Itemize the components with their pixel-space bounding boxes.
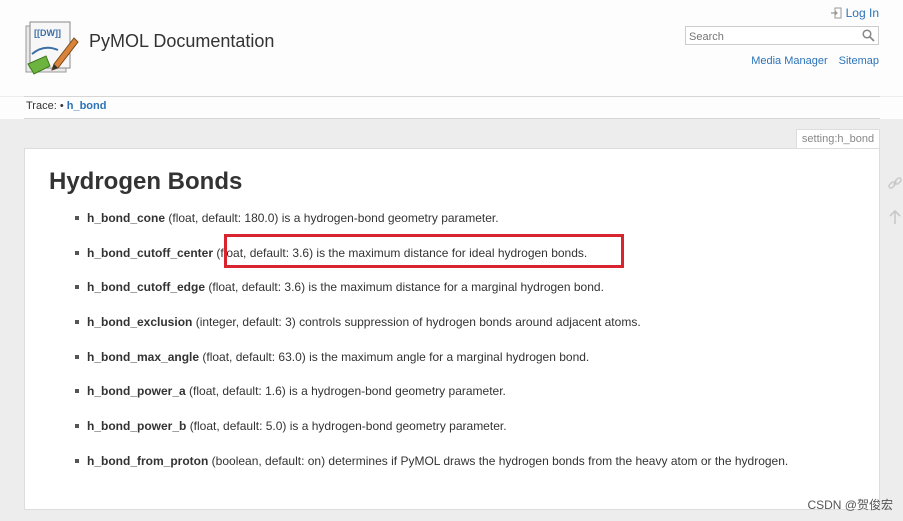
setting-description: (boolean, default: on) determines if PyM… bbox=[211, 453, 789, 468]
setting-name: h_bond_from_proton bbox=[87, 453, 209, 468]
setting-name: h_bond_max_angle bbox=[87, 349, 200, 364]
search-input[interactable] bbox=[686, 28, 854, 46]
site-title[interactable]: PyMOL Documentation bbox=[89, 31, 274, 52]
dokuwiki-logo[interactable]: [[DW]] bbox=[22, 20, 80, 78]
setting-name: h_bond_cutoff_edge bbox=[87, 280, 206, 295]
top-links: Media Manager Sitemap bbox=[751, 55, 879, 67]
trace-bar bbox=[0, 97, 903, 119]
list-item: h_bond_exclusion (integer, default: 3) c… bbox=[73, 315, 863, 350]
list-item: h_bond_power_b (float, default: 5.0) is … bbox=[73, 419, 863, 454]
search-icon[interactable] bbox=[862, 29, 875, 42]
page-id-tag: setting:h_bond bbox=[796, 129, 880, 149]
list-item: h_bond_cutoff_center (float, default: 3.… bbox=[73, 246, 863, 281]
bullet-icon bbox=[75, 389, 79, 394]
page-title: Hydrogen Bonds bbox=[49, 168, 243, 195]
bullet-icon bbox=[75, 320, 79, 325]
bullet-icon bbox=[75, 424, 79, 429]
sitemap-link[interactable]: Sitemap bbox=[839, 55, 879, 67]
bullet-icon bbox=[75, 285, 79, 290]
search-box bbox=[685, 26, 879, 46]
list-item: h_bond_max_angle (float, default: 63.0) … bbox=[73, 350, 863, 385]
logo-text: [[DW]] bbox=[34, 28, 61, 38]
setting-description: (float, default: 3.6) is the maximum dis… bbox=[208, 280, 604, 295]
setting-name: h_bond_cutoff_center bbox=[87, 245, 214, 260]
bullet-icon bbox=[75, 250, 79, 255]
site-header: [[DW]] PyMOL Documentation Log In Media … bbox=[0, 0, 903, 96]
breadcrumb-current[interactable]: h_bond bbox=[67, 100, 107, 112]
side-toolbar bbox=[887, 175, 903, 243]
list-item: h_bond_power_a (float, default: 1.6) is … bbox=[73, 384, 863, 419]
setting-name: h_bond_power_a bbox=[87, 384, 186, 399]
bullet-icon bbox=[75, 216, 79, 220]
list-item: h_bond_cone (float, default: 180.0) is a… bbox=[73, 211, 863, 246]
media-manager-link[interactable]: Media Manager bbox=[751, 55, 827, 67]
arrow-up-icon[interactable] bbox=[887, 209, 903, 225]
page-content: Hydrogen Bonds h_bond_cone (float, defau… bbox=[24, 148, 880, 510]
breadcrumb-divider bbox=[24, 118, 880, 119]
setting-description: (float, default: 3.6) is the maximum dis… bbox=[216, 245, 588, 260]
setting-description: (float, default: 180.0) is a hydrogen-bo… bbox=[168, 211, 499, 225]
login-link[interactable]: Log In bbox=[830, 6, 879, 20]
setting-name: h_bond_cone bbox=[87, 211, 166, 225]
breadcrumb-separator: • bbox=[59, 100, 64, 112]
setting-description: (float, default: 63.0) is the maximum an… bbox=[202, 349, 590, 364]
login-icon bbox=[830, 7, 842, 19]
setting-name: h_bond_power_b bbox=[87, 419, 187, 434]
bullet-icon bbox=[75, 458, 79, 463]
breadcrumb: Trace: • h_bond bbox=[26, 100, 106, 112]
setting-description: (float, default: 1.6) is a hydrogen-bond… bbox=[189, 384, 506, 399]
setting-description: (float, default: 5.0) is a hydrogen-bond… bbox=[189, 419, 507, 434]
breadcrumb-label: Trace: bbox=[26, 100, 57, 112]
watermark: CSDN @贺俊宏 bbox=[807, 498, 893, 512]
list-item: h_bond_from_proton (boolean, default: on… bbox=[73, 454, 863, 489]
bullet-icon bbox=[75, 354, 79, 359]
settings-list: h_bond_cone (float, default: 180.0) is a… bbox=[73, 211, 863, 489]
link-icon[interactable] bbox=[887, 175, 903, 191]
setting-name: h_bond_exclusion bbox=[87, 315, 193, 330]
list-item: h_bond_cutoff_edge (float, default: 3.6)… bbox=[73, 280, 863, 315]
setting-description: (integer, default: 3) controls suppressi… bbox=[195, 315, 641, 330]
login-label: Log In bbox=[845, 6, 879, 20]
